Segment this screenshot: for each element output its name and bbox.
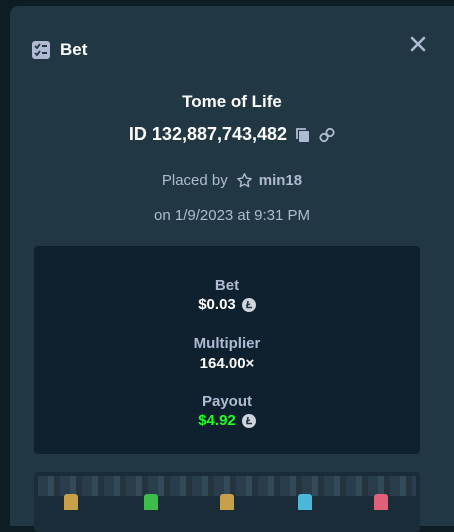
gem-symbol-icon [144,494,158,510]
link-icon[interactable] [319,127,335,143]
bet-id: ID 132,887,743,482 [128,124,288,144]
placed-by-label: Placed by [161,172,228,189]
bet-modal: Bet Tome of Life ID 132,887,743,482 Plac… [10,6,454,532]
heart-symbol-icon [374,494,388,510]
username-link[interactable]: min18 [259,172,302,189]
star-icon [236,173,252,188]
ornate-frame [38,476,416,496]
payout-label: Payout [201,393,252,410]
litecoin-icon [241,297,256,312]
multiplier-value: 164.00× [199,355,255,372]
payout-row: $4.92 [34,412,420,429]
multiplier-row: 164.00× [34,355,420,372]
hourglass-symbol-icon [64,494,78,510]
copy-icon[interactable] [295,127,311,143]
litecoin-icon [241,413,256,428]
modal-header: Bet [32,32,87,68]
crystal-symbol-icon [298,494,312,510]
modal-title: Bet [60,40,88,59]
bet-stats-panel: Bet $0.03 Multiplier 164.00× Payout $4.9… [34,246,420,454]
bet-amount-label: Bet [214,277,240,294]
game-name[interactable]: Tome of Life [10,92,454,112]
multiplier-label: Multiplier [193,335,261,352]
bet-date: on 1/9/2023 at 9:31 PM [154,207,310,224]
payout-value: $4.92 [198,412,236,429]
game-result-preview [34,472,420,532]
bet-id-row: ID 132,887,743,482 [10,124,454,145]
bet-amount-value: $0.03 [198,296,236,313]
close-icon[interactable] [410,36,426,52]
bet-amount-row: $0.03 [34,296,420,313]
hourglass-symbol-icon [220,494,234,510]
bet-list-icon [32,41,50,59]
placed-by-row: Placed by min18 [10,172,454,189]
